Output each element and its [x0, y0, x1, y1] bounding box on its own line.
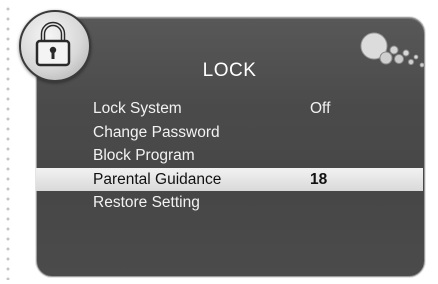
menu-item-lock-system[interactable]: Lock System Off [36, 97, 423, 121]
lock-menu-list: Lock System Off Change Password Block Pr… [36, 97, 423, 215]
menu-item-value: 18 [310, 170, 328, 188]
menu-item-label: Change Password [93, 123, 220, 141]
menu-item-block-program[interactable]: Block Program [36, 144, 423, 168]
menu-item-label: Restore Setting [93, 194, 200, 211]
menu-item-parental-guidance[interactable]: Parental Guidance 18 [36, 167, 423, 191]
menu-item-label: Block Program [93, 147, 195, 164]
menu-title: LOCK [202, 60, 257, 81]
dotted-divider [6, 4, 10, 280]
menu-item-value: Off [310, 100, 331, 117]
menu-item-label: Parental Guidance [93, 170, 222, 188]
menu-item-label: Lock System [93, 100, 182, 117]
menu-item-change-password[interactable]: Change Password [36, 121, 423, 145]
menu-item-restore-setting[interactable]: Restore Setting [36, 191, 423, 215]
